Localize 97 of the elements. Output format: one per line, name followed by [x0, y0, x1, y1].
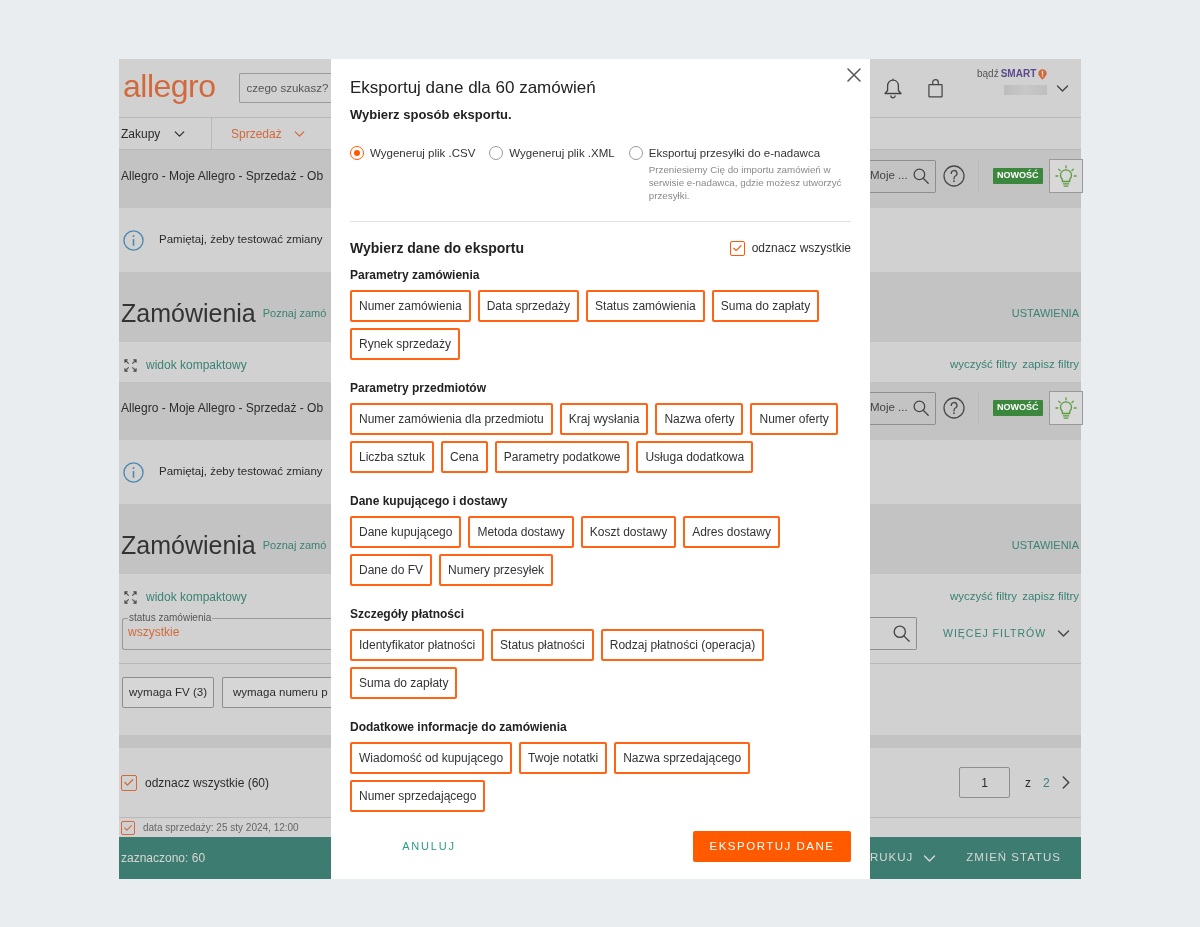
page-separator: z: [1025, 774, 1031, 792]
export-field-toggle[interactable]: Metoda dostawy: [468, 516, 574, 548]
chevron-down-icon: [1056, 84, 1069, 92]
checkmark-icon: [732, 244, 742, 252]
export-field-toggle[interactable]: Liczba sztuk: [350, 441, 435, 473]
search-field[interactable]: [870, 617, 917, 650]
radio-label[interactable]: Eksportuj przesyłki do e-nadawca: [648, 145, 821, 161]
checkbox[interactable]: [121, 820, 135, 835]
search-icon: [893, 625, 910, 642]
export-field-toggle[interactable]: Nazwa oferty: [655, 403, 744, 435]
section-heading: Dodatkowe informacje do zamówienia: [350, 719, 567, 735]
search-field[interactable]: Moje ...: [870, 391, 936, 425]
export-field-toggle[interactable]: Data sprzedaży: [477, 290, 580, 322]
export-field-toggle[interactable]: Numer sprzedającego: [350, 780, 486, 812]
search-icon: [913, 400, 929, 416]
new-badge: NOWOŚĆ: [993, 400, 1043, 416]
section-title: Wybierz dane do eksportu: [350, 239, 524, 258]
filter-toggle[interactable]: wymaga numeru p: [221, 677, 331, 708]
tips-button[interactable]: [1048, 159, 1083, 193]
checkbox[interactable]: [121, 774, 137, 791]
section-heading: Parametry zamówienia: [350, 267, 480, 283]
chevron-down-icon: [174, 130, 186, 137]
export-field-toggle[interactable]: Wiadomość od kupującego: [350, 742, 513, 774]
export-field-toggle[interactable]: Adres dostawy: [683, 516, 780, 548]
checkbox-label[interactable]: odznacz wszystkie: [751, 239, 851, 257]
export-field-toggle[interactable]: Identyfikator płatności: [350, 629, 485, 661]
expand-icon: [124, 590, 137, 604]
section-heading: Dane kupującego i dostawy: [350, 493, 508, 509]
promo-prefix: bądź: [977, 68, 999, 80]
export-field-toggle[interactable]: Dane kupującego: [350, 516, 462, 548]
chevron-down-icon: [1057, 630, 1071, 637]
export-field-toggle[interactable]: Rynek sprzedaży: [350, 328, 461, 360]
checkbox-label[interactable]: odznacz wszystkie (60): [145, 773, 270, 792]
export-field-toggle[interactable]: Status płatności: [491, 629, 594, 661]
export-field-toggle[interactable]: Usługa dodatkowa: [636, 441, 754, 473]
search-field[interactable]: czego szukasz?: [238, 73, 331, 103]
selection-count: zaznaczono: 60: [121, 850, 206, 867]
export-field-toggle[interactable]: Cena: [441, 441, 488, 473]
status-select[interactable]: status zamówienia wszystkie: [122, 612, 331, 650]
search-field[interactable]: Moje ...: [870, 159, 936, 193]
export-field-toggle[interactable]: Numery przesyłek: [439, 554, 554, 586]
export-field-toggle[interactable]: Parametry podatkowe: [494, 441, 630, 473]
export-field-toggle[interactable]: Numer zamówienia: [350, 290, 471, 322]
export-field-toggle[interactable]: Suma do zapłaty: [350, 667, 458, 699]
info-icon: [123, 461, 144, 483]
page-title: Zamówienia: [121, 298, 256, 328]
export-field-toggle[interactable]: Koszt dostawy: [580, 516, 677, 548]
breadcrumb-trail[interactable]: Allegro - Moje Allegro - Sprzedaż - Ob: [121, 399, 324, 417]
search-icon: [913, 168, 929, 184]
help-text: Przeniesiemy Cię do importu zamówień w serwisie e-nadawca, gdzie możesz utworzyć przesyłki.: [648, 163, 843, 202]
notice-text: Pamiętaj, żeby testować zmiany: [159, 464, 323, 480]
menu-button[interactable]: RUKUJ: [870, 849, 937, 867]
export-field-toggle[interactable]: Numer zamówienia dla przedmiotu: [350, 403, 553, 435]
checkmark-icon: [124, 779, 134, 786]
checkmark-icon: [123, 824, 133, 831]
tips-button[interactable]: [1048, 391, 1083, 425]
page-title: Zamówienia: [121, 530, 256, 560]
export-field-toggle[interactable]: Nazwa sprzedającego: [614, 742, 751, 774]
new-badge: NOWOŚĆ: [993, 168, 1043, 184]
caret-icon: [923, 854, 937, 862]
export-field-toggle[interactable]: Dane do FV: [350, 554, 433, 586]
breadcrumb-trail[interactable]: Allegro - Moje Allegro - Sprzedaż - Ob: [121, 167, 324, 185]
bag-icon[interactable]: [928, 78, 943, 98]
next-page-button[interactable]: [1061, 776, 1070, 789]
export-field-toggle[interactable]: Numer oferty: [750, 403, 838, 435]
help-icon[interactable]: [943, 165, 965, 187]
cancel-button[interactable]: ANULUJ: [350, 831, 508, 862]
exclamation-icon: [1038, 68, 1048, 80]
section-heading: Szczegóły płatności: [350, 606, 465, 622]
dialog-title: Eksportuj dane dla 60 zamówień: [350, 77, 596, 99]
export-field-toggle[interactable]: Status zamówienia: [586, 290, 705, 322]
checkbox[interactable]: [729, 240, 745, 256]
lightbulb-icon: [1054, 397, 1077, 419]
page-input[interactable]: 1: [959, 767, 1010, 798]
section-heading: Parametry przedmiotów: [350, 380, 487, 396]
help-icon[interactable]: [943, 397, 965, 419]
radio-label[interactable]: Wygeneruj plik .XML: [509, 145, 615, 161]
radio-label[interactable]: Wygeneruj plik .CSV: [370, 145, 476, 161]
close-button[interactable]: [847, 68, 861, 82]
promo-name[interactable]: SMART: [1000, 68, 1037, 80]
lightbulb-icon: [1054, 165, 1077, 187]
dialog-subtitle: Wybierz sposób eksportu.: [350, 106, 512, 124]
chevron-right-icon: [1061, 776, 1070, 789]
bell-icon[interactable]: [884, 77, 902, 99]
export-field-toggle[interactable]: Kraj wysłania: [559, 403, 649, 435]
export-field-toggle[interactable]: Suma do zapłaty: [711, 290, 820, 322]
export-field-toggle[interactable]: Rodzaj płatności (operacja): [600, 629, 765, 661]
order-date: data sprzedaży: 25 sty 2024, 12:00: [143, 821, 299, 835]
notice-text: Pamiętaj, żeby testować zmiany: [159, 232, 323, 248]
export-field-toggle[interactable]: Twoje notatki: [519, 742, 608, 774]
change-status-button[interactable]: ZMIEŃ STATUS: [966, 849, 1061, 867]
close-icon: [847, 68, 861, 82]
expand-icon: [124, 358, 137, 372]
chevron-down-icon: [293, 130, 305, 137]
nav-tab[interactable]: Zakupy: [119, 118, 211, 149]
info-icon: [123, 229, 144, 251]
filter-toggle[interactable]: wymaga FV (3): [122, 677, 214, 708]
